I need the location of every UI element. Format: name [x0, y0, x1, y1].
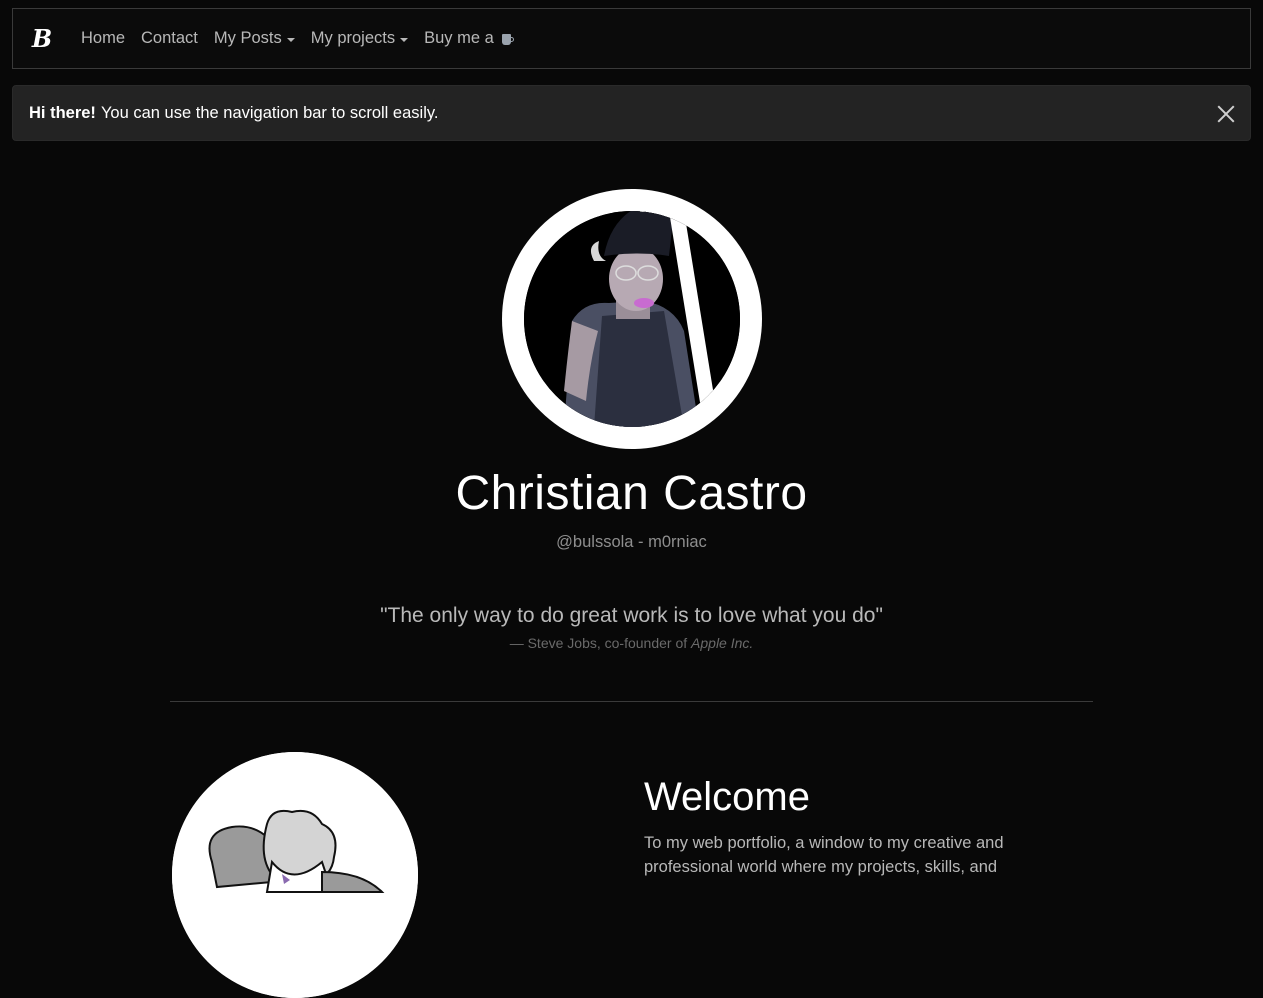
- quote-attribution: — Steve Jobs, co-founder of Apple Inc.: [0, 635, 1263, 651]
- nav-contact[interactable]: Contact: [141, 29, 198, 48]
- nav-contact-label: Contact: [141, 29, 198, 47]
- profile-handle: @bulssola - m0rniac: [556, 533, 707, 551]
- nav-my-projects-label: My projects: [310, 29, 396, 47]
- brand-logo[interactable]: B: [29, 24, 55, 53]
- quote-text: "The only way to do great work is to lov…: [380, 604, 883, 627]
- profile-avatar: [502, 189, 762, 449]
- nav-home-label: Home: [81, 29, 126, 47]
- alert-strong: Hi there!: [29, 103, 96, 122]
- navbar: B Home Contact My Posts My projects Buy …: [12, 8, 1251, 69]
- nav-my-posts-label: My Posts: [213, 29, 282, 47]
- quote-company: Apple Inc.: [691, 635, 754, 651]
- nav-my-projects-dropdown[interactable]: My projects: [310, 29, 409, 48]
- welcome-text: To my web portfolio, a window to my crea…: [644, 834, 1004, 876]
- chevron-down-icon: [286, 37, 295, 42]
- section-divider: [170, 701, 1093, 702]
- close-icon[interactable]: [1216, 104, 1236, 124]
- welcome-title: Welcome: [644, 775, 810, 819]
- alert-message: You can use the navigation bar to scroll…: [100, 103, 439, 122]
- illustration-image: [172, 752, 418, 998]
- quote-author: — Steve Jobs, co-founder of: [509, 635, 688, 651]
- chevron-down-icon: [400, 37, 409, 42]
- info-alert: Hi there! You can use the navigation bar…: [12, 85, 1251, 141]
- welcome-illustration: [172, 752, 418, 998]
- nav-buy-me-label: Buy me a: [424, 29, 494, 47]
- profile-photo: [524, 211, 740, 427]
- nav-home[interactable]: Home: [81, 29, 125, 48]
- nav-my-posts-dropdown[interactable]: My Posts: [214, 29, 295, 48]
- coffee-icon: [501, 32, 515, 46]
- nav-buy-me-coffee[interactable]: Buy me a: [424, 29, 515, 48]
- profile-name: Christian Castro: [455, 467, 808, 520]
